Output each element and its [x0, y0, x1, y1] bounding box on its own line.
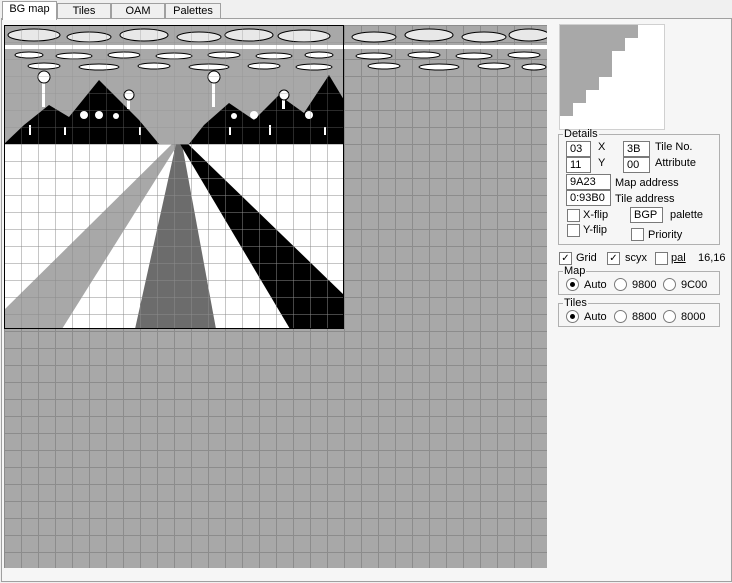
- zoom-readout: 16,16: [698, 252, 726, 264]
- palette-label: palette: [670, 209, 704, 221]
- palette-field: BGP: [630, 207, 663, 223]
- tab-tiles[interactable]: Tiles: [57, 3, 111, 19]
- y-field: 11: [566, 157, 591, 173]
- tile-preview: [559, 24, 665, 130]
- pal-label: pal: [671, 252, 686, 264]
- scyx-checkbox[interactable]: ✓: [607, 252, 620, 265]
- details-legend: Details: [564, 128, 598, 140]
- tile-no-label: Tile No.: [655, 141, 693, 153]
- tiles-8000-label: 8000: [681, 311, 706, 323]
- tile-no-field: 3B: [623, 141, 650, 157]
- tile-address-label: Tile address: [615, 193, 675, 205]
- scyx-label: scyx: [625, 252, 647, 264]
- map-9c00-label: 9C00: [681, 279, 708, 291]
- pal-checkbox[interactable]: [655, 252, 668, 265]
- x-field: 03: [566, 141, 591, 157]
- tab-oam[interactable]: OAM: [111, 3, 165, 19]
- y-label: Y: [598, 157, 606, 169]
- map-auto-label: Auto: [584, 279, 607, 291]
- tile-preview-image: [560, 25, 664, 129]
- yflip-checkbox[interactable]: [567, 224, 580, 237]
- bg-map-canvas[interactable]: [4, 25, 547, 568]
- map-address-label: Map address: [615, 177, 679, 189]
- tiles-8800-label: 8800: [632, 311, 657, 323]
- tiles-auto-radio[interactable]: [566, 310, 579, 323]
- xflip-checkbox[interactable]: [567, 209, 580, 222]
- priority-label: Priority: [648, 229, 683, 241]
- map-9c00-radio[interactable]: [663, 278, 676, 291]
- map-auto-radio[interactable]: [566, 278, 579, 291]
- xflip-label: X-flip: [583, 209, 609, 221]
- grid-label: Grid: [576, 252, 597, 264]
- tiles-8800-radio[interactable]: [614, 310, 627, 323]
- bg-map-image: [4, 25, 547, 329]
- x-label: X: [598, 141, 606, 153]
- tiles-legend: Tiles: [564, 297, 587, 309]
- map-9800-label: 9800: [632, 279, 657, 291]
- priority-checkbox[interactable]: [631, 228, 644, 241]
- tab-palettes[interactable]: Palettes: [165, 3, 221, 19]
- tab-bg-map[interactable]: BG map: [2, 1, 57, 20]
- tile-address-field: 0:93B0: [566, 190, 611, 206]
- attribute-field: 00: [623, 157, 650, 173]
- tiles-8000-radio[interactable]: [663, 310, 676, 323]
- map-9800-radio[interactable]: [614, 278, 627, 291]
- attribute-label: Attribute: [655, 157, 696, 169]
- map-legend: Map: [564, 265, 586, 277]
- yflip-label: Y-flip: [583, 224, 608, 236]
- map-address-field: 9A23: [566, 174, 611, 190]
- grid-checkbox[interactable]: ✓: [559, 252, 572, 265]
- tiles-auto-label: Auto: [584, 311, 607, 323]
